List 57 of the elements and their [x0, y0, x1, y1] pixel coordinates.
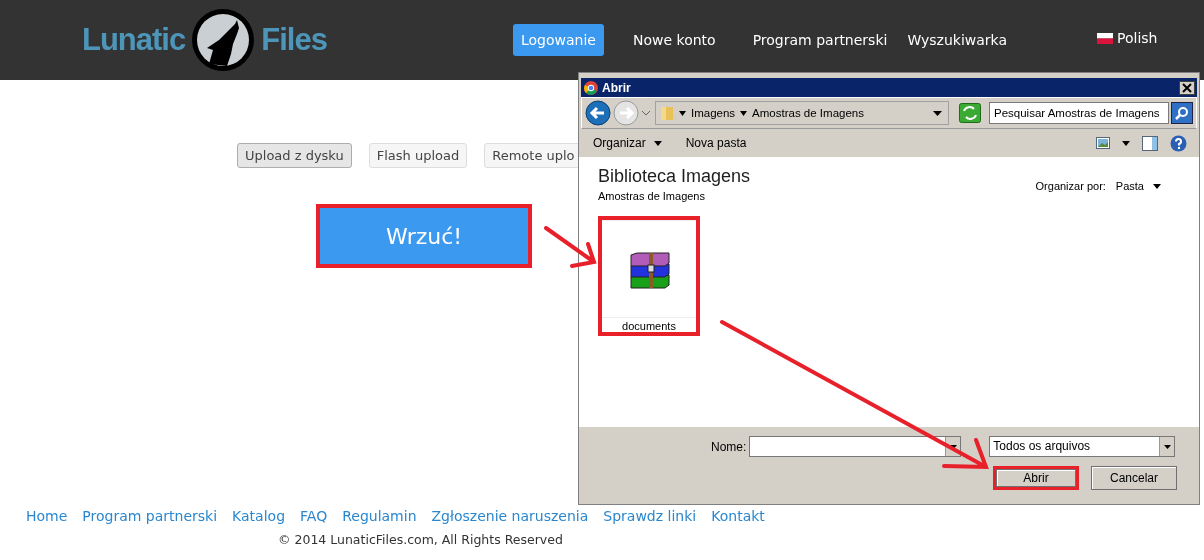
footer-link[interactable]: Zgłoszenie naruszenia — [431, 508, 589, 524]
breadcrumb-item[interactable]: Amostras de Imagens — [752, 107, 864, 119]
file-item[interactable]: documents — [602, 220, 696, 333]
nav-link[interactable]: Wyszukiwarka — [899, 24, 1016, 56]
footer-link[interactable]: Regulamin — [342, 508, 417, 524]
footer-link[interactable]: Home — [26, 508, 68, 524]
footer-link[interactable]: Program partnerski — [82, 508, 218, 524]
logo-text: Files — [261, 22, 327, 58]
file-type-dropdown[interactable]: Todos os arquivos — [989, 436, 1176, 457]
caret-icon[interactable] — [1122, 140, 1130, 146]
logo-text: Lunatic — [82, 22, 186, 58]
caret-icon — [1163, 444, 1171, 449]
wolf-moon-icon — [191, 8, 256, 72]
breadcrumb-item[interactable]: Imagens — [691, 107, 736, 119]
search-icon — [1175, 106, 1189, 120]
filename-field[interactable] — [749, 436, 962, 457]
search-button[interactable] — [1171, 102, 1193, 124]
upload-tab[interactable]: Flash upload — [368, 143, 468, 168]
archive-books-icon — [627, 251, 671, 289]
dialog-button[interactable]: Abrir — [993, 466, 1079, 490]
caret-icon — [933, 110, 942, 116]
flag-icon — [1097, 32, 1114, 44]
folder-icon — [660, 105, 674, 121]
footer-link[interactable]: Katalog — [232, 508, 286, 524]
image-view-icon[interactable] — [1096, 137, 1110, 149]
footer-link[interactable]: Kontakt — [711, 508, 765, 524]
language-link[interactable]: Polish — [1117, 30, 1158, 46]
close-button[interactable] — [1179, 80, 1195, 95]
filename-label: Nome: — [711, 439, 747, 454]
footer-link[interactable]: FAQ — [300, 508, 328, 524]
refresh-icon[interactable] — [959, 103, 981, 123]
arrange-label: Organizar por: — [1035, 180, 1106, 192]
browser-icon — [584, 80, 598, 95]
address-bar[interactable]: Imagens Amostras de Imagens — [655, 101, 949, 125]
help-icon[interactable] — [1170, 134, 1187, 152]
arrange-dropdown[interactable]: Pasta — [1115, 180, 1161, 192]
library-title: Biblioteca Imagens — [598, 166, 751, 187]
caret-icon — [949, 444, 957, 449]
dialog-title: Abrir — [602, 80, 631, 95]
nav-link[interactable]: Nowe konto — [625, 24, 724, 56]
caret-icon — [653, 140, 662, 146]
caret-icon — [679, 110, 686, 116]
preview-pane-icon[interactable] — [1142, 135, 1158, 151]
caret-icon — [740, 110, 748, 116]
close-icon — [1182, 82, 1192, 93]
nav-link[interactable]: Program partnerski — [744, 24, 896, 56]
back-icon[interactable] — [585, 100, 611, 126]
library-subtitle: Amostras de Imagens — [598, 190, 706, 202]
caret-icon — [1153, 183, 1161, 189]
upload-tab[interactable]: Upload z dysku — [237, 143, 352, 168]
file-name: documents — [602, 317, 696, 333]
footer-link[interactable]: Sprawdz linki — [603, 508, 697, 524]
copyright-text: © 2014 LunaticFiles.com, All Rights Reserved — [278, 532, 564, 547]
history-caret-icon[interactable] — [641, 109, 651, 117]
dialog-button[interactable]: Cancelar — [1091, 466, 1177, 490]
toolbar-button[interactable]: Nova pasta — [683, 134, 749, 152]
search-field[interactable]: Pesquisar Amostras de Imagens — [989, 102, 1169, 124]
